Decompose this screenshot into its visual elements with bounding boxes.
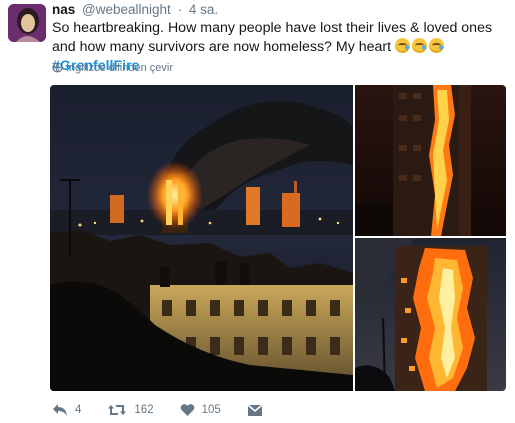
- reply-count: 4: [75, 404, 82, 416]
- translate-link[interactable]: İngilizce dilinden çevir: [52, 62, 173, 74]
- photo-1[interactable]: [50, 85, 353, 391]
- tweet-header: nas @webeallnight · 4 sa.: [52, 2, 218, 20]
- reply-button[interactable]: 4: [52, 403, 81, 417]
- tweet-actions: 4 162 105: [52, 401, 296, 419]
- reply-icon: [53, 404, 67, 416]
- photo-grid: [50, 85, 506, 391]
- retweet-icon: [108, 405, 127, 415]
- separator: ·: [177, 2, 183, 17]
- heart-icon: [180, 404, 194, 416]
- emoji-sad-icon: [429, 38, 445, 53]
- message-icon: [247, 403, 263, 416]
- photo-2[interactable]: [355, 85, 506, 236]
- photo-3[interactable]: [355, 238, 506, 391]
- like-count: 105: [201, 404, 221, 416]
- emoji-sad-icon: [412, 38, 428, 53]
- display-name[interactable]: nas: [52, 2, 75, 17]
- emoji-sad-icon: [395, 38, 411, 53]
- avatar[interactable]: [8, 4, 46, 42]
- tweet-body: So heartbreaking. How many people have l…: [52, 20, 493, 55]
- translate-label: İngilizce dilinden çevir: [66, 62, 173, 74]
- timestamp[interactable]: 4 sa.: [189, 2, 218, 17]
- retweet-count: 162: [134, 404, 154, 416]
- user-handle[interactable]: @webeallnight: [82, 2, 171, 17]
- message-button[interactable]: [247, 403, 270, 417]
- globe-icon: [52, 62, 63, 73]
- tweet: nas @webeallnight · 4 sa. So heartbreaki…: [0, 0, 515, 423]
- retweet-button[interactable]: 162: [107, 403, 154, 417]
- like-button[interactable]: 105: [180, 403, 221, 417]
